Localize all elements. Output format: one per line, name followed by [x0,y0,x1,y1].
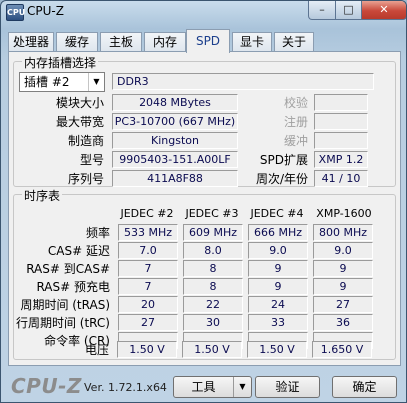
slot-selection-group: 内存插槽选择 插槽 #2 ▼ DDR3 模块大小 2048 MBytes 校验 … [13,54,396,187]
memory-type-field: DDR3 [112,73,374,90]
correction-field [314,94,368,111]
ok-button[interactable]: 确定 [332,376,397,398]
max-bandwidth-label: 最大带宽 [55,115,104,129]
spd-ext-field: XMP 1.2 [314,151,368,168]
timing-column-header: XMP-1600 [316,207,372,220]
buffered-label: 缓冲 [283,134,308,148]
tras-label: 周期时间 (tRAS) [20,298,110,312]
tab-memory[interactable]: 内存 [144,32,186,52]
timing-cell: 533 MHz [118,224,178,241]
timing-cell: 609 MHz [183,224,243,241]
timing-cell: 9 [248,260,308,277]
timing-cell: 33 [248,314,308,331]
timing-cell: 8 [183,278,243,295]
footer-bar: CPU-Z Ver. 1.72.1.x64 工具 ▼ 验证 确定 [1,369,406,402]
ras-to-cas-label: RAS# 到CAS# [26,262,110,276]
slot-select-value: 插槽 #2 [24,75,70,89]
week-year-field: 41 / 10 [314,170,368,187]
tab-about[interactable]: 关于 [274,32,314,52]
timing-column-header: JEDEC #4 [250,207,304,220]
timing-cell: 1.50 V [247,341,307,358]
timing-cell: 36 [313,314,373,331]
spd-panel: 内存插槽选择 插槽 #2 ▼ DDR3 模块大小 2048 MBytes 校验 … [8,51,401,366]
tab-spd[interactable]: SPD [186,29,230,53]
timing-cell: 9.0 [313,242,373,259]
timing-cell: 7.0 [118,242,178,259]
timing-cell: 7 [118,260,178,277]
spd-ext-label: SPD扩展 [259,153,308,167]
tab-caches[interactable]: 缓存 [56,32,98,52]
tools-button[interactable]: 工具 ▼ [173,376,252,398]
manufacturer-field: Kingston [112,132,238,149]
max-bandwidth-field: PC3-10700 (667 MHz) [112,113,238,130]
version-text: Ver. 1.72.1.x64 [84,381,167,394]
tools-button-label: 工具 [191,380,216,394]
timing-cell: 1.50 V [117,341,177,358]
serial-number-field: 411A8F88 [112,170,238,187]
module-size-label: 模块大小 [55,96,104,110]
registered-field [314,113,368,130]
cpuz-logo: CPU-Z [11,374,82,398]
timings-title: 时序表 [22,187,63,204]
title-bar[interactable]: CPU CPU-Z – □ ✕ [1,1,406,23]
week-year-label: 周次/年份 [255,172,308,186]
tab-mainboard[interactable]: 主板 [100,32,142,52]
slot-select[interactable]: 插槽 #2 ▼ [19,72,105,92]
timing-cell: 24 [248,296,308,313]
maximize-button[interactable]: □ [335,1,362,20]
timing-cell: 1.650 V [312,341,372,358]
serial-number-label: 序列号 [67,172,104,186]
timing-cell: 1.50 V [182,341,242,358]
minimize-button[interactable]: – [308,1,336,20]
timing-cell: 8.0 [183,242,243,259]
part-number-field: 9905403-151.A00LF [112,151,238,168]
voltage-label: 电压 [84,343,109,357]
cpuz-window: CPU CPU-Z – □ ✕ 处理器 缓存 主板 内存 SPD 显卡 关于 内… [0,0,407,403]
buffered-field [314,132,368,149]
chevron-down-icon[interactable]: ▼ [233,377,251,397]
part-number-label: 型号 [79,153,104,167]
timing-cell: 27 [118,314,178,331]
timing-cell: 22 [183,296,243,313]
trc-label: 行周期时间 (tRC) [15,316,110,330]
module-size-field: 2048 MBytes [112,94,238,111]
timing-cell: 8 [183,260,243,277]
tab-cpu[interactable]: 处理器 [8,32,54,52]
slot-selection-title: 内存插槽选择 [22,54,99,71]
timing-cell: 666 MHz [248,224,308,241]
registered-label: 注册 [283,115,308,129]
timing-cell: 800 MHz [313,224,373,241]
timing-cell: 9.0 [248,242,308,259]
timing-cell: 9 [313,260,373,277]
close-button[interactable]: ✕ [361,1,406,20]
correction-label: 校验 [283,96,308,110]
chevron-down-icon[interactable]: ▼ [88,73,104,91]
cpuz-app-icon: CPU [6,4,25,21]
validate-button[interactable]: 验证 [255,376,320,398]
tab-graphics[interactable]: 显卡 [232,32,272,52]
window-title: CPU-Z [27,4,64,18]
timings-group: 时序表 JEDEC #2 JEDEC #3 JEDEC #4 XMP-1600 … [13,187,396,360]
timing-cell: 20 [118,296,178,313]
timing-cell: 27 [313,296,373,313]
timing-column-header: JEDEC #2 [120,207,174,220]
cas-latency-label: CAS# 延迟 [47,244,110,258]
timing-cell: 7 [118,278,178,295]
timing-cell: 30 [183,314,243,331]
frequency-label: 频率 [85,226,110,240]
timing-cell: 9 [313,278,373,295]
timing-cell: 9 [248,278,308,295]
ras-precharge-label: RAS# 预充电 [36,280,110,294]
manufacturer-label: 制造商 [67,134,104,148]
timing-column-header: JEDEC #3 [185,207,239,220]
